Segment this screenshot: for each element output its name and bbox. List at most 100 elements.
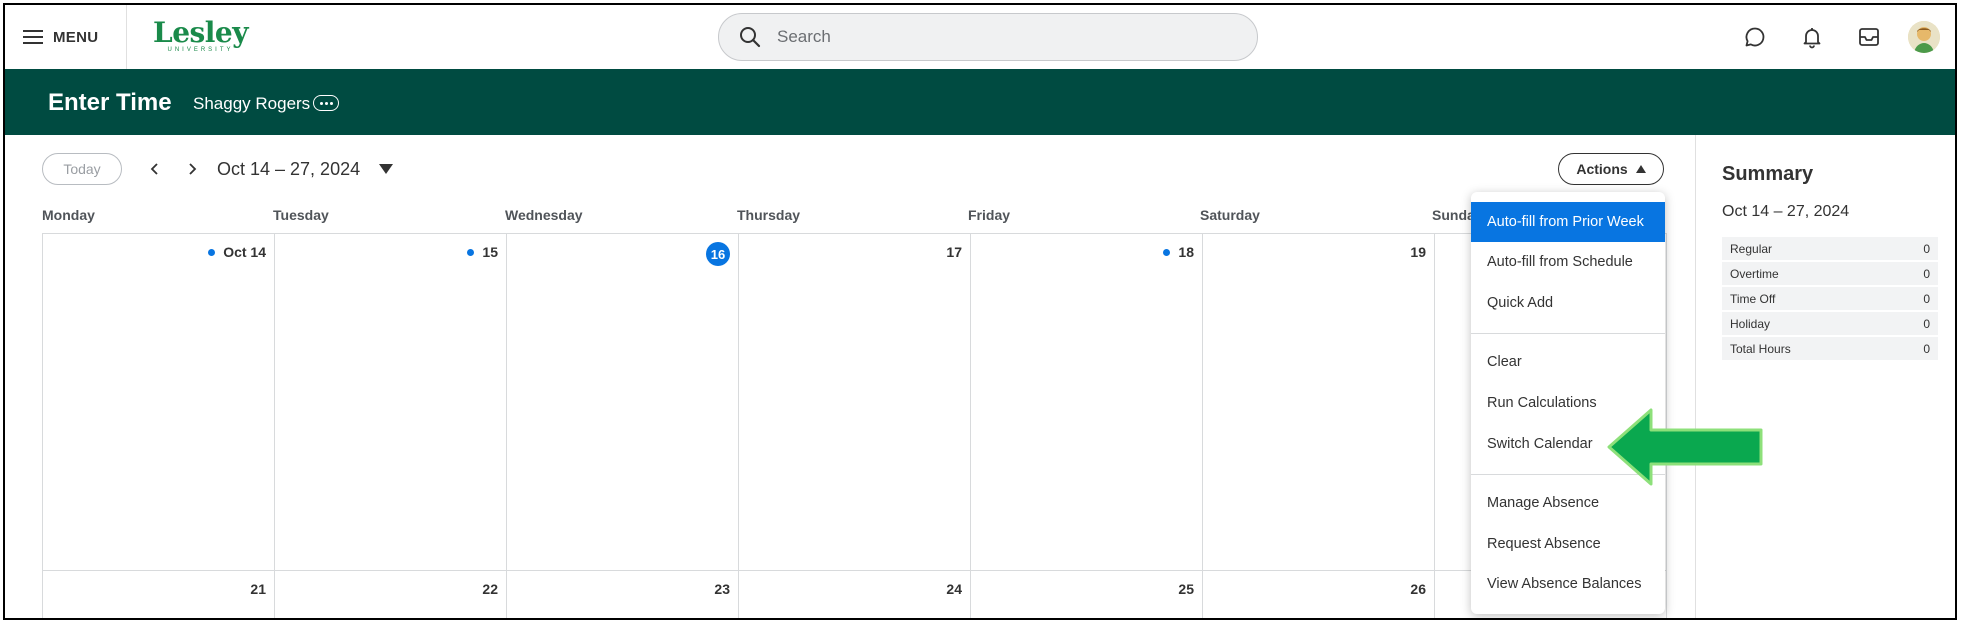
day-number: 15 <box>467 244 498 260</box>
day-number: 19 <box>1410 244 1426 260</box>
menu-label: MENU <box>53 28 99 46</box>
worker-name[interactable]: Shaggy Rogers <box>193 94 310 114</box>
dayname-saturday: Saturday <box>1200 207 1260 223</box>
summary-row: Total Hours 0 <box>1722 337 1938 361</box>
menu-item-view-absence-balances[interactable]: View Absence Balances <box>1471 564 1665 604</box>
menu-item-clear[interactable]: Clear <box>1471 342 1665 382</box>
day-label: 17 <box>946 244 962 260</box>
day-number: 18 <box>1163 244 1194 260</box>
day-cell[interactable]: 23 <box>506 570 739 618</box>
calendar-grid: Oct 14 15 16 17 18 19 20 21 22 23 2 <box>42 233 1667 618</box>
day-label: 25 <box>1178 581 1194 597</box>
page-header: Enter Time Shaggy Rogers <box>5 69 1955 135</box>
search-bar[interactable] <box>718 13 1258 61</box>
pane-divider <box>1695 135 1696 618</box>
menu-button[interactable]: MENU <box>23 25 98 49</box>
chat-icon[interactable] <box>1743 25 1767 49</box>
divider <box>126 5 127 69</box>
app-window: MENU Lesley UNIVERSITY Enter Time Shaggy… <box>3 3 1957 620</box>
summary-label: Total Hours <box>1730 341 1791 356</box>
day-cell[interactable]: 19 <box>1202 233 1435 571</box>
summary-range: Oct 14 – 27, 2024 <box>1722 203 1850 220</box>
avatar[interactable] <box>1908 21 1940 53</box>
summary-label: Overtime <box>1730 266 1779 281</box>
day-label: Oct 14 <box>223 244 266 260</box>
summary-label: Regular <box>1730 241 1773 256</box>
day-label: 22 <box>482 581 498 597</box>
date-range-label: Oct 14 – 27, 2024 <box>217 159 361 179</box>
dayname-monday: Monday <box>42 207 95 223</box>
university-logo[interactable]: Lesley UNIVERSITY <box>153 16 249 54</box>
day-number: Oct 14 <box>208 244 266 260</box>
menu-icon <box>23 30 43 44</box>
day-label: 18 <box>1178 244 1194 260</box>
summary-label: Time Off <box>1730 291 1776 306</box>
dayname-wednesday: Wednesday <box>505 207 583 223</box>
logo-text: Lesley <box>153 16 249 49</box>
summary-value: 0 <box>1923 266 1930 281</box>
entry-dot-icon <box>467 248 475 256</box>
day-number: 17 <box>946 244 962 260</box>
chevron-right-icon[interactable] <box>183 159 201 179</box>
actions-button[interactable]: Actions <box>1558 153 1664 185</box>
summary-value: 0 <box>1923 316 1930 331</box>
dayname-friday: Friday <box>968 207 1011 223</box>
day-label: 23 <box>714 581 730 597</box>
bell-icon[interactable] <box>1800 25 1824 49</box>
day-cell[interactable]: 25 <box>970 570 1203 618</box>
caret-down-icon[interactable] <box>379 164 393 174</box>
day-cell[interactable]: 22 <box>274 570 507 618</box>
search-input[interactable] <box>775 26 1219 48</box>
chevron-left-icon[interactable] <box>146 159 164 179</box>
entry-dot-icon <box>208 248 216 256</box>
actions-menu: Auto-fill from Prior Week Auto-fill from… <box>1471 192 1665 614</box>
day-cell[interactable]: Oct 14 <box>42 233 275 571</box>
summary-title: Summary <box>1722 163 1814 185</box>
day-cell[interactable]: 17 <box>738 233 971 571</box>
summary-label: Holiday <box>1730 316 1771 331</box>
menu-item-auto-fill-prior-week[interactable]: Auto-fill from Prior Week <box>1471 202 1665 242</box>
day-number: 22 <box>482 581 498 597</box>
day-cell[interactable]: 18 <box>970 233 1203 571</box>
day-number: 24 <box>946 581 962 597</box>
menu-item-quick-add[interactable]: Quick Add <box>1471 283 1665 323</box>
more-icon[interactable] <box>313 95 339 111</box>
day-number: 26 <box>1410 581 1426 597</box>
summary-value: 0 <box>1923 241 1930 256</box>
summary-value: 0 <box>1923 291 1930 306</box>
summary-row: Overtime 0 <box>1722 262 1938 286</box>
avatar-image <box>1908 21 1940 53</box>
summary-value: 0 <box>1923 341 1930 356</box>
dayname-tuesday: Tuesday <box>273 207 329 223</box>
menu-item-manage-absence[interactable]: Manage Absence <box>1471 483 1665 523</box>
annotation-arrow-icon <box>1607 408 1763 486</box>
day-label: 19 <box>1410 244 1426 260</box>
menu-item-request-absence[interactable]: Request Absence <box>1471 524 1665 564</box>
day-label: 21 <box>250 581 266 597</box>
summary-row: Regular 0 <box>1722 237 1938 261</box>
day-label: 26 <box>1410 581 1426 597</box>
menu-item-auto-fill-schedule[interactable]: Auto-fill from Schedule <box>1471 242 1665 282</box>
day-label: 24 <box>946 581 962 597</box>
inbox-icon[interactable] <box>1857 25 1881 49</box>
global-navbar: MENU Lesley UNIVERSITY <box>5 5 1955 70</box>
summary-table: Regular 0 Overtime 0 Time Off 0 Holiday 0 To… <box>1722 237 1938 362</box>
summary-row: Time Off 0 <box>1722 287 1938 311</box>
day-cell[interactable]: 26 <box>1202 570 1435 618</box>
caret-up-icon <box>1635 165 1646 173</box>
day-cell[interactable]: 16 <box>506 233 739 571</box>
day-cell[interactable]: 21 <box>42 570 275 618</box>
day-label: 15 <box>482 244 498 260</box>
actions-label: Actions <box>1576 161 1628 177</box>
day-number: 21 <box>250 581 266 597</box>
day-number: 25 <box>1178 581 1194 597</box>
menu-divider <box>1471 333 1665 334</box>
day-cell[interactable]: 15 <box>274 233 507 571</box>
entry-dot-icon <box>1163 248 1171 256</box>
today-marker: 16 <box>706 242 730 266</box>
today-button[interactable]: Today <box>42 153 122 185</box>
day-number: 23 <box>714 581 730 597</box>
summary-row: Holiday 0 <box>1722 312 1938 336</box>
dayname-thursday: Thursday <box>737 207 801 223</box>
day-cell[interactable]: 24 <box>738 570 971 618</box>
